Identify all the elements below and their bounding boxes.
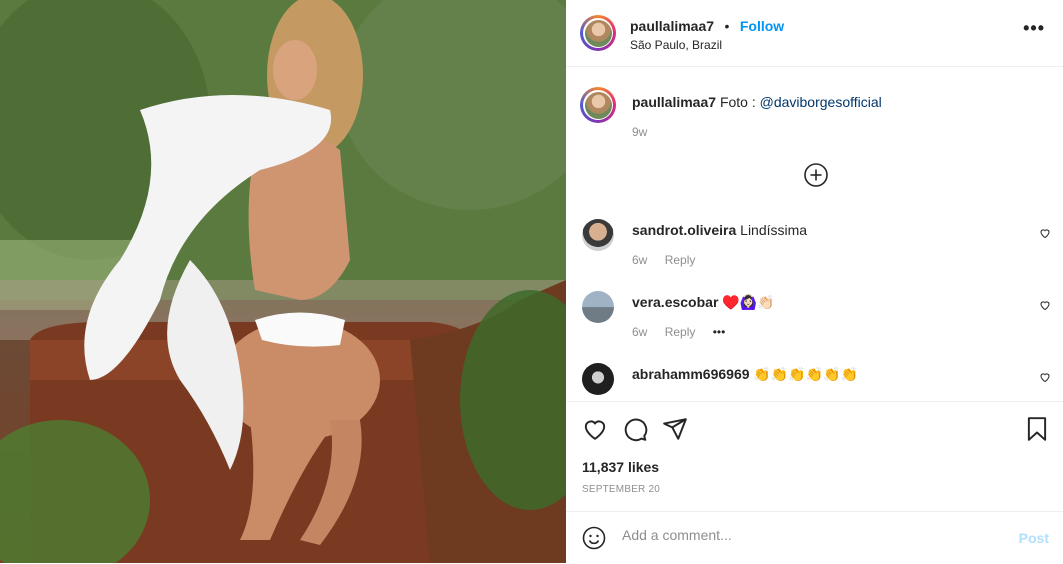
author-username[interactable]: paullalimaa7 bbox=[630, 18, 714, 34]
comment-body: Lindíssima bbox=[740, 222, 808, 238]
add-comment-bar: Post bbox=[566, 511, 1063, 564]
location-link[interactable]: São Paulo, Brazil bbox=[630, 38, 722, 52]
comment-text: sandrot.oliveira Lindíssima bbox=[632, 222, 807, 238]
like-comment-icon[interactable] bbox=[1039, 371, 1051, 383]
reply-button[interactable]: Reply bbox=[665, 253, 696, 267]
author-line: paullalimaa7 • Follow bbox=[630, 18, 784, 36]
comment-body: 👏👏👏👏👏👏 bbox=[753, 366, 859, 382]
comment-item: abrahamm696969 👏👏👏👏👏👏 bbox=[566, 357, 1063, 401]
caption-body: Foto : bbox=[719, 94, 756, 110]
comment-avatar[interactable] bbox=[582, 291, 614, 323]
post-header: paullalimaa7 • Follow São Paulo, Brazil … bbox=[566, 0, 1063, 67]
post-date[interactable]: SEPTEMBER 20 bbox=[582, 484, 660, 495]
likes-count[interactable]: 11,837 likes bbox=[582, 459, 659, 475]
load-more-comments-icon[interactable] bbox=[804, 163, 828, 187]
comment-text: abrahamm696969 👏👏👏👏👏👏 bbox=[632, 366, 858, 383]
post-sidebar: paullalimaa7 • Follow São Paulo, Brazil … bbox=[566, 0, 1063, 563]
comment-avatar[interactable] bbox=[582, 219, 614, 251]
caption-text: paullalimaa7 Foto : @daviborgesofficial bbox=[632, 94, 882, 110]
caption-username[interactable]: paullalimaa7 bbox=[632, 94, 716, 110]
comment-text: vera.escobar ♥️🙆🏻‍♀️👏🏻 bbox=[632, 294, 775, 311]
comment-time: 6w bbox=[632, 253, 648, 267]
comment-username[interactable]: vera.escobar bbox=[632, 294, 718, 310]
comment-bubble-icon[interactable] bbox=[622, 416, 648, 442]
emoji-smiley-icon[interactable] bbox=[582, 526, 606, 550]
caption-time: 9w bbox=[632, 125, 648, 139]
like-heart-icon[interactable] bbox=[582, 416, 608, 442]
comment-more-icon[interactable]: ••• bbox=[713, 325, 726, 339]
author-avatar[interactable] bbox=[580, 15, 616, 51]
comment-time: 6w bbox=[632, 325, 648, 339]
comment-body: ♥️🙆🏻‍♀️👏🏻 bbox=[722, 294, 775, 310]
comment-input[interactable] bbox=[620, 526, 1004, 544]
post-comment-button[interactable]: Post bbox=[1019, 530, 1049, 546]
separator-dot: • bbox=[724, 18, 730, 34]
comment-meta: 6w Reply bbox=[632, 253, 709, 267]
caption-avatar[interactable] bbox=[580, 87, 616, 123]
comment-meta: 6w Reply ••• bbox=[632, 325, 739, 339]
comment-item: vera.escobar ♥️🙆🏻‍♀️👏🏻 6w Reply ••• bbox=[566, 285, 1063, 349]
caption-row: paullalimaa7 Foto : @daviborgesofficial … bbox=[566, 67, 1063, 157]
reply-button[interactable]: Reply bbox=[665, 325, 696, 339]
post-actions: 11,837 likes SEPTEMBER 20 bbox=[566, 401, 1063, 512]
comment-username[interactable]: sandrot.oliveira bbox=[632, 222, 736, 238]
like-comment-icon[interactable] bbox=[1039, 227, 1051, 239]
follow-button[interactable]: Follow bbox=[740, 18, 784, 34]
comments-list[interactable]: paullalimaa7 Foto : @daviborgesofficial … bbox=[566, 67, 1063, 401]
more-options-icon[interactable]: ••• bbox=[1023, 18, 1045, 39]
comment-avatar[interactable] bbox=[582, 363, 614, 395]
share-send-icon[interactable] bbox=[662, 416, 688, 442]
comment-item: sandrot.oliveira Lindíssima 6w Reply bbox=[566, 213, 1063, 277]
post-image bbox=[0, 0, 566, 563]
caption-mention[interactable]: @daviborgesofficial bbox=[760, 94, 882, 110]
bookmark-icon[interactable] bbox=[1024, 416, 1050, 442]
post-photo[interactable] bbox=[0, 0, 566, 563]
comment-username[interactable]: abrahamm696969 bbox=[632, 366, 750, 382]
like-comment-icon[interactable] bbox=[1039, 299, 1051, 311]
